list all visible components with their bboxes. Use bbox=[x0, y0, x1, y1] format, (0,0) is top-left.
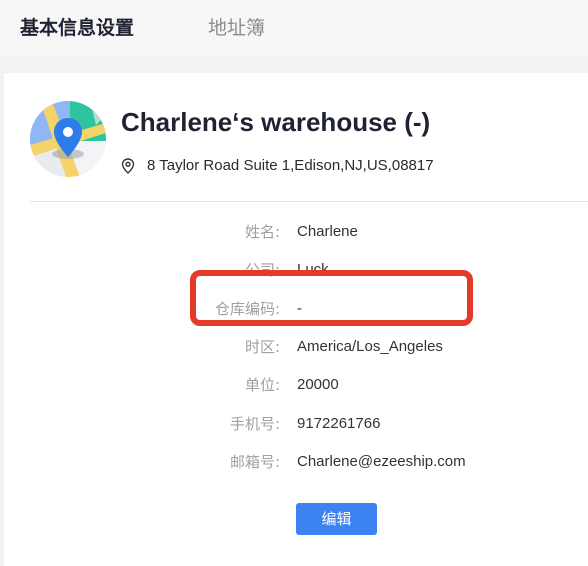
warehouse-title: Charlene‘s warehouse (-) bbox=[121, 107, 431, 137]
field-value: Charlene bbox=[297, 223, 358, 240]
tab-basic-info-settings[interactable]: 基本信息设置 bbox=[20, 14, 134, 42]
field-label: 单位: bbox=[244, 376, 280, 394]
field-label: 时区: bbox=[244, 338, 280, 356]
field-label: 姓名: bbox=[244, 223, 280, 241]
field-value: 20000 bbox=[297, 376, 339, 393]
field-label: 邮箱号: bbox=[229, 453, 280, 471]
edit-button[interactable]: 编辑 bbox=[296, 503, 377, 535]
field-timezone: 时区: America/Los_Angeles bbox=[0, 336, 588, 358]
location-pin-icon bbox=[121, 158, 135, 174]
map-location-icon bbox=[30, 101, 106, 177]
warehouse-address-row: 8 Taylor Road Suite 1,Edison,NJ,US,08817 bbox=[121, 156, 434, 176]
field-phone: 手机号: 9172261766 bbox=[0, 413, 588, 435]
tab-address-book[interactable]: 地址簿 bbox=[208, 14, 265, 42]
field-email: 邮箱号: Charlene@ezeeship.com bbox=[0, 451, 588, 473]
field-value: 9172261766 bbox=[297, 415, 381, 432]
field-value: Charlene@ezeeship.com bbox=[297, 453, 466, 470]
field-value: America/Los_Angeles bbox=[297, 338, 443, 355]
warehouse-address: 8 Taylor Road Suite 1,Edison,NJ,US,08817 bbox=[147, 157, 434, 174]
tab-bar: 基本信息设置 地址簿 bbox=[0, 0, 588, 56]
field-name: 姓名: Charlene bbox=[0, 221, 588, 243]
highlight-annotation-box bbox=[190, 270, 473, 326]
field-unit: 单位: 20000 bbox=[0, 374, 588, 396]
page: 基本信息设置 地址簿 Charlene‘s warehouse (-) 8 Ta… bbox=[0, 0, 588, 566]
divider bbox=[30, 201, 588, 202]
field-label: 手机号: bbox=[229, 415, 280, 433]
